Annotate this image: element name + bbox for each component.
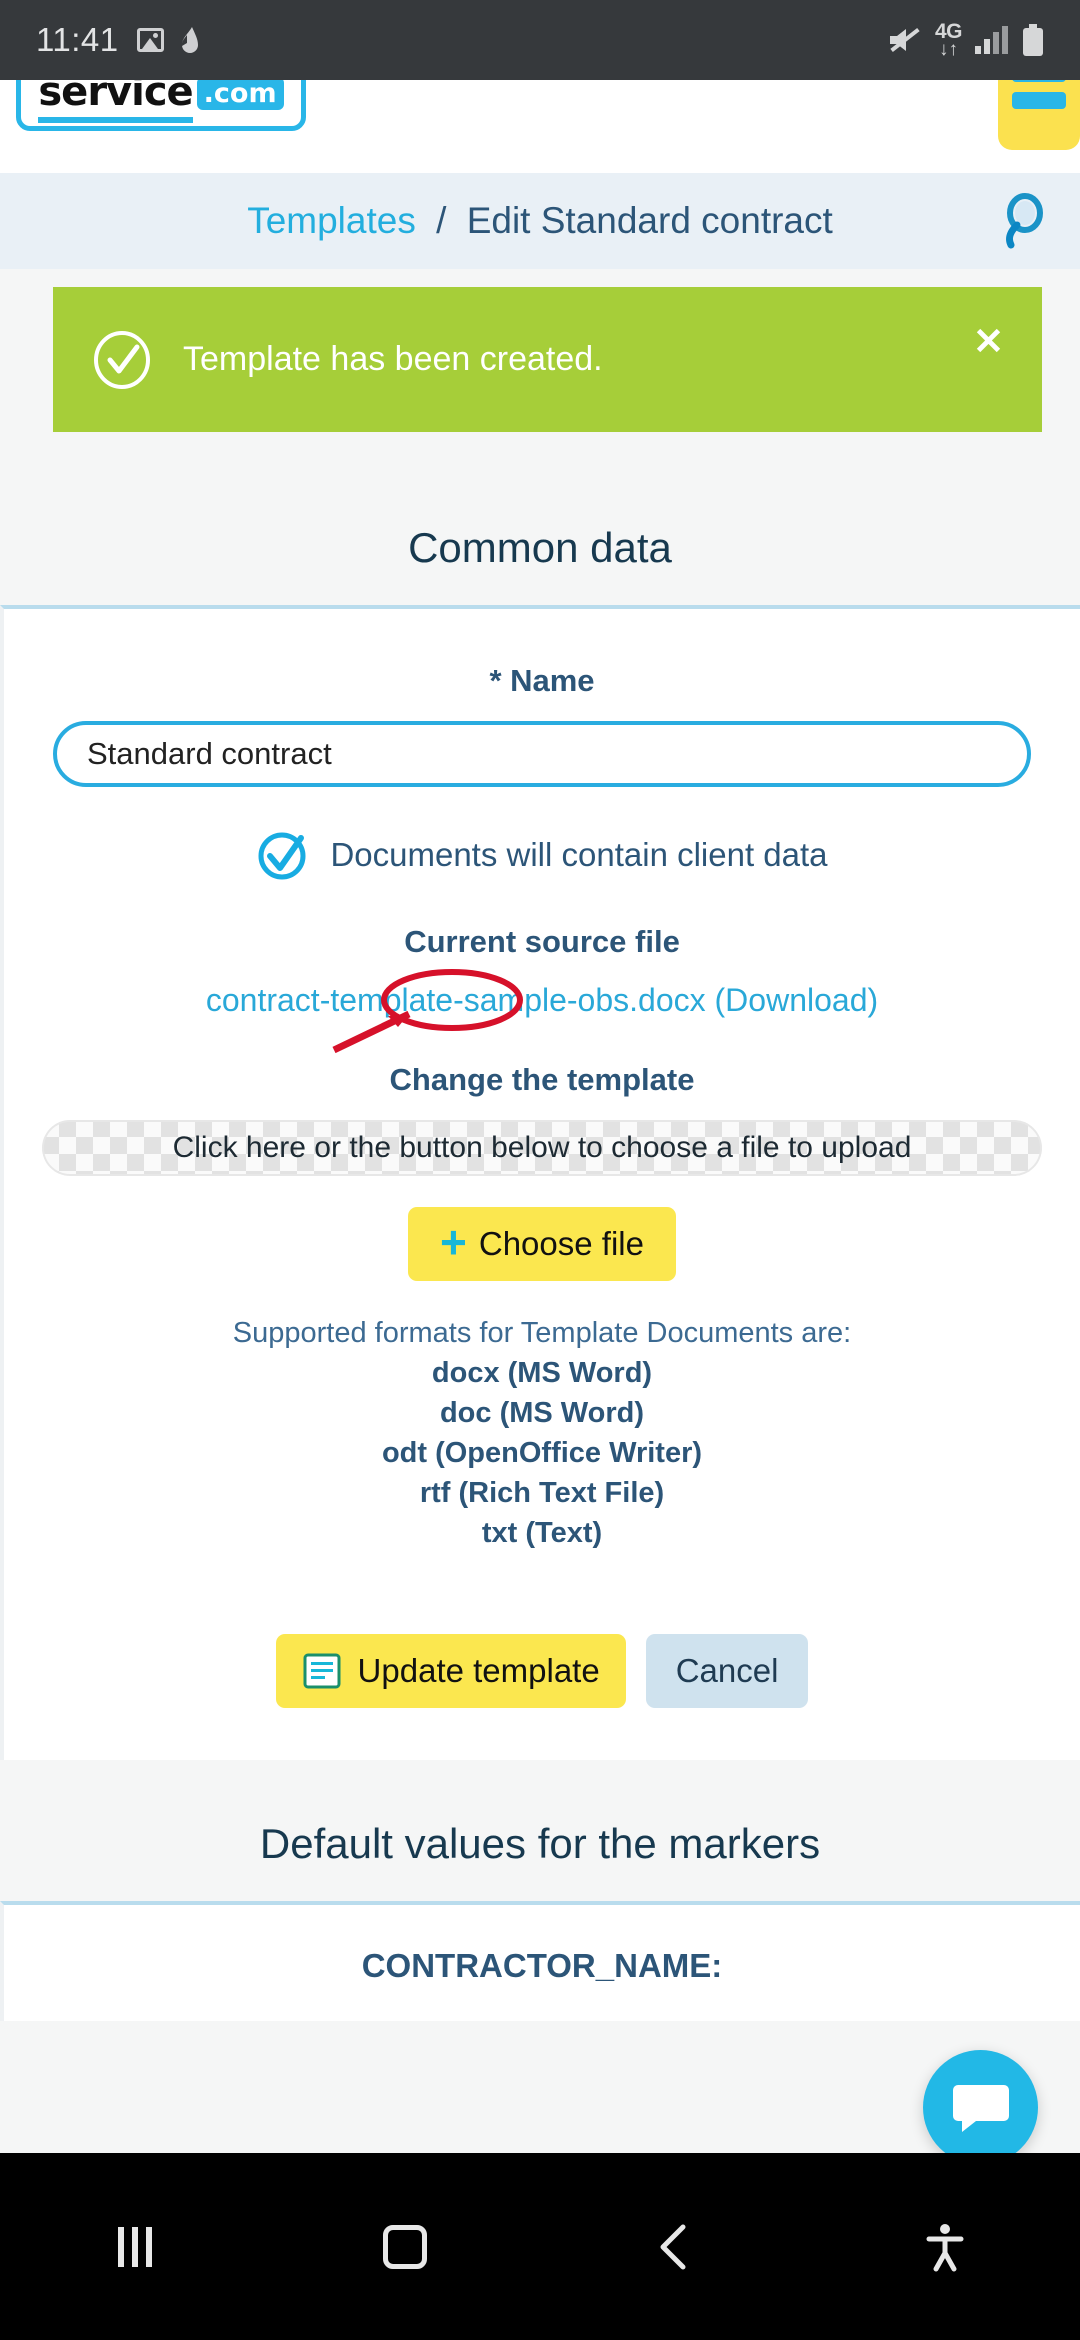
format-item: odt (OpenOffice Writer) bbox=[381, 1437, 703, 1469]
site-logo[interactable]: service .com bbox=[16, 80, 306, 131]
mobile-data-icon: 4G ↓↑ bbox=[934, 20, 963, 60]
signal-icon bbox=[975, 26, 1009, 54]
client-data-label: Documents will contain client data bbox=[330, 836, 828, 873]
format-item: txt (Text) bbox=[481, 1517, 603, 1549]
success-alert: Template has been created. ✕ bbox=[53, 287, 1042, 432]
name-field-label: * Name bbox=[489, 663, 595, 698]
close-icon[interactable]: ✕ bbox=[973, 323, 1004, 360]
search-icon[interactable] bbox=[992, 191, 1052, 251]
format-item: docx (MS Word) bbox=[431, 1357, 653, 1389]
page-title: Common data bbox=[408, 524, 672, 571]
update-template-button[interactable]: Update template bbox=[275, 1634, 626, 1708]
logo-tld: .com bbox=[196, 80, 284, 110]
source-file-name[interactable]: contract-template-sample-obs.docx bbox=[206, 982, 706, 1018]
supported-formats: Supported formats for Template Documents… bbox=[4, 1317, 1080, 1550]
mute-icon bbox=[888, 25, 922, 55]
format-item: doc (MS Word) bbox=[439, 1397, 645, 1429]
formats-lead: Supported formats for Template Documents… bbox=[232, 1317, 852, 1349]
client-data-checkbox-row[interactable]: Documents will contain client data bbox=[4, 829, 1080, 881]
choose-file-button[interactable]: + Choose file bbox=[408, 1207, 676, 1281]
breadcrumb-parent-link[interactable]: Templates bbox=[247, 200, 416, 241]
document-icon bbox=[302, 1651, 344, 1691]
checkbox-checked-icon[interactable] bbox=[256, 829, 308, 881]
file-dropzone[interactable]: Click here or the button below to choose… bbox=[42, 1120, 1042, 1176]
name-input[interactable] bbox=[53, 721, 1031, 787]
markers-title: Default values for the markers bbox=[259, 1820, 821, 1867]
source-file-row: contract-template-sample-obs.docx (Downl… bbox=[4, 969, 1080, 1054]
breadcrumb-bar: Templates / Edit Standard contract bbox=[0, 173, 1080, 269]
alert-message: Template has been created. bbox=[183, 340, 603, 378]
breadcrumb-separator: / bbox=[436, 200, 447, 241]
image-icon bbox=[136, 28, 164, 52]
change-template-label: Change the template bbox=[389, 1062, 695, 1097]
markers-card: CONTRACTOR_NAME: bbox=[0, 1901, 1080, 2021]
android-nav-bar bbox=[0, 2153, 1080, 2340]
format-item: rtf (Rich Text File) bbox=[419, 1477, 665, 1509]
current-source-file-label: Current source file bbox=[404, 924, 680, 959]
choose-file-label: Choose file bbox=[478, 1225, 644, 1262]
ink-drop-icon bbox=[178, 26, 202, 54]
breadcrumb-current: Edit Standard contract bbox=[466, 200, 833, 241]
menu-button[interactable] bbox=[998, 80, 1080, 150]
home-button[interactable] bbox=[270, 2224, 540, 2269]
back-button[interactable] bbox=[540, 2223, 810, 2271]
recents-button[interactable] bbox=[0, 2226, 270, 2267]
android-status-bar: 11:41 4G ↓↑ bbox=[0, 0, 1080, 80]
app-header: service .com bbox=[0, 80, 1080, 173]
chat-bubble-icon[interactable] bbox=[923, 2050, 1038, 2153]
status-clock: 11:41 bbox=[36, 21, 119, 58]
breadcrumb: Templates / Edit Standard contract bbox=[247, 200, 833, 242]
common-data-card: * Name Documents will contain client dat… bbox=[0, 605, 1080, 1760]
update-template-label: Update template bbox=[357, 1652, 600, 1689]
download-link[interactable]: (Download) bbox=[715, 982, 879, 1018]
battery-icon bbox=[1022, 24, 1044, 56]
check-circle-icon bbox=[91, 329, 153, 391]
plus-icon: + bbox=[440, 1216, 467, 1268]
logo-wordmark: service bbox=[38, 80, 194, 123]
page-content: Template has been created. ✕ Common data… bbox=[0, 269, 1080, 2153]
accessibility-button[interactable] bbox=[810, 2222, 1080, 2272]
cancel-button[interactable]: Cancel bbox=[645, 1634, 809, 1708]
status-system-icons: 4G ↓↑ bbox=[888, 21, 1044, 59]
dropzone-text: Click here or the button below to choose… bbox=[172, 1131, 912, 1164]
marker-contractor-name-label: CONTRACTOR_NAME: bbox=[361, 1947, 723, 1984]
form-actions: Update template Cancel bbox=[4, 1634, 1080, 1760]
status-notification-icons bbox=[136, 26, 202, 54]
